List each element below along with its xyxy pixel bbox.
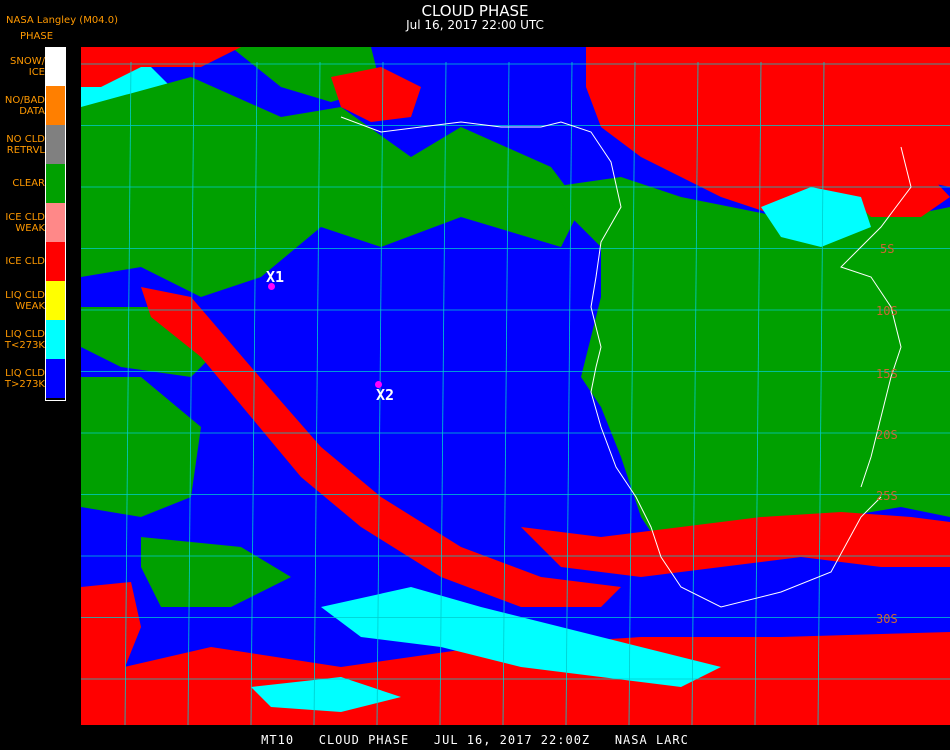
legend-label: ICE CLD WEAK <box>5 212 45 234</box>
lat-label-10s: 10S <box>876 304 898 318</box>
producer-label: NASA Langley (M04.0) <box>6 15 118 26</box>
legend-label: NO CLD RETRVL <box>6 134 45 156</box>
legend-label: NO/BAD DATA <box>4 95 45 117</box>
footer-caption: MT10 CLOUD PHASE JUL 16, 2017 22:00Z NAS… <box>261 733 689 747</box>
marker-x2-label: X2 <box>376 386 395 404</box>
legend-label: ICE CLD <box>5 256 45 267</box>
legend-label: LIQ CLD T<273K <box>4 329 45 351</box>
legend-label: LIQ CLD T>273K <box>4 368 45 390</box>
satellite-image-viewer: CLOUD PHASE Jul 16, 2017 22:00 UTC NASA … <box>0 0 950 750</box>
legend-label: LIQ CLD WEAK <box>5 290 45 312</box>
legend-label: CLEAR <box>12 178 45 189</box>
legend-label: SNOW/ ICE <box>10 56 45 78</box>
lat-label-5s: 5S <box>880 242 895 256</box>
legend-frame <box>45 47 66 401</box>
cloud-phase-map[interactable] <box>81 47 950 725</box>
timestamp-subtitle: Jul 16, 2017 22:00 UTC <box>406 18 544 32</box>
marker-x2-dot[interactable] <box>375 381 382 388</box>
lat-label-30s: 30S <box>876 612 898 626</box>
lat-label-25s: 25S <box>876 489 898 503</box>
lat-label-20s: 20S <box>876 428 898 442</box>
legend-title: PHASE <box>20 31 54 42</box>
marker-x1-dot[interactable] <box>268 283 275 290</box>
lat-label-15s: 15S <box>876 367 898 381</box>
